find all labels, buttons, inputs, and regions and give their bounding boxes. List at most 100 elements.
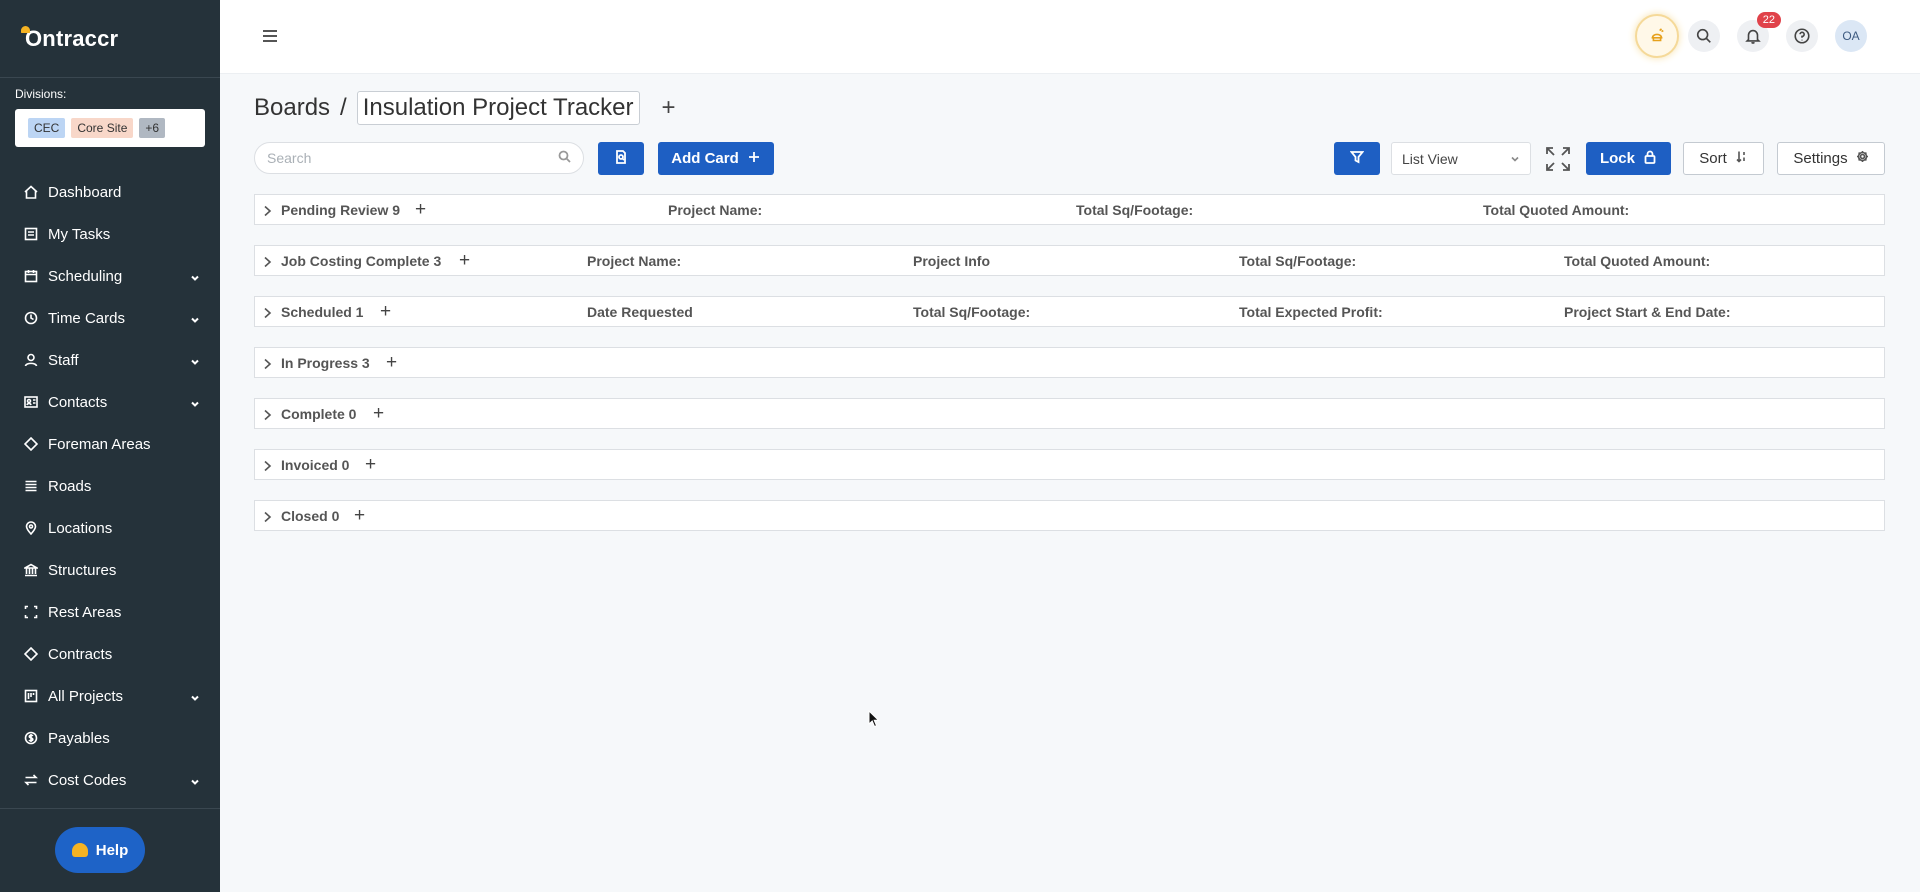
clock-icon bbox=[24, 311, 38, 325]
divisions-selector[interactable]: CEC Core Site +6 bbox=[15, 109, 205, 147]
sidebar-item-scheduling[interactable]: Scheduling bbox=[0, 255, 220, 297]
fullscreen-expand-icon[interactable] bbox=[1545, 146, 1571, 172]
status-row-label: Scheduled 1 bbox=[281, 304, 364, 320]
app-logo[interactable]: Ontraccr bbox=[0, 0, 220, 78]
sidebar-item-staff[interactable]: Staff bbox=[0, 339, 220, 381]
add-board-plus-icon[interactable]: + bbox=[662, 94, 676, 122]
sidebar-item-label: Roads bbox=[48, 477, 92, 495]
sidebar-item-label: Foreman Areas bbox=[48, 435, 151, 453]
settings-button[interactable]: Settings bbox=[1777, 142, 1885, 175]
chevron-right-icon[interactable] bbox=[263, 408, 272, 424]
status-row-label: Job Costing Complete 3 bbox=[281, 253, 442, 269]
column-header: Total Quoted Amount: bbox=[1564, 253, 1711, 269]
sidebar-item-label: Time Cards bbox=[48, 309, 125, 327]
sidebar-item-my-tasks[interactable]: My Tasks bbox=[0, 213, 220, 255]
chevron-right-icon[interactable] bbox=[263, 204, 272, 220]
location-pin-icon bbox=[24, 521, 38, 535]
search-icon bbox=[558, 150, 571, 166]
lock-icon bbox=[1643, 150, 1657, 168]
tasks-icon bbox=[24, 227, 38, 241]
add-card-plus-icon[interactable]: + bbox=[415, 199, 426, 221]
sidebar-item-foreman-areas[interactable]: Foreman Areas bbox=[0, 423, 220, 465]
chevron-down-icon bbox=[190, 774, 200, 791]
filter-button[interactable] bbox=[1334, 142, 1380, 175]
sidebar-item-structures[interactable]: Structures bbox=[0, 549, 220, 591]
chevron-down-icon bbox=[190, 396, 200, 413]
add-card-plus-icon[interactable]: + bbox=[354, 505, 365, 527]
road-icon bbox=[24, 479, 38, 493]
breadcrumb: Boards / Insulation Project Tracker + bbox=[254, 90, 676, 126]
division-chip-more[interactable]: +6 bbox=[139, 118, 166, 138]
sort-label: Sort bbox=[1699, 150, 1727, 167]
chevron-right-icon[interactable] bbox=[263, 510, 272, 526]
ai-assistant-icon[interactable] bbox=[1635, 14, 1679, 58]
chevron-down-icon bbox=[190, 354, 200, 371]
mouse-cursor-icon bbox=[868, 710, 880, 728]
user-icon bbox=[24, 353, 38, 367]
chevron-right-icon[interactable] bbox=[263, 306, 272, 322]
sidebar-item-label: Scheduling bbox=[48, 267, 123, 285]
add-card-label: Add Card bbox=[671, 150, 739, 167]
sidebar: Ontraccr Divisions: CEC Core Site +6 Das… bbox=[0, 0, 220, 892]
sidebar-item-label: Dashboard bbox=[48, 183, 122, 201]
sidebar-item-label: Contacts bbox=[48, 393, 108, 411]
sidebar-item-time-cards[interactable]: Time Cards bbox=[0, 297, 220, 339]
chevron-right-icon[interactable] bbox=[263, 357, 272, 373]
sidebar-item-locations[interactable]: Locations bbox=[0, 507, 220, 549]
add-card-plus-icon[interactable]: + bbox=[380, 301, 391, 323]
search-input[interactable]: Search bbox=[254, 142, 584, 174]
status-row-scheduled[interactable]: Scheduled 1 + Date Requested Total Sq/Fo… bbox=[254, 296, 1885, 327]
sidebar-item-contacts[interactable]: Contacts bbox=[0, 381, 220, 423]
status-row-job-costing-complete[interactable]: Job Costing Complete 3 + Project Name: P… bbox=[254, 245, 1885, 276]
sidebar-item-all-projects[interactable]: All Projects bbox=[0, 675, 220, 717]
add-card-button[interactable]: Add Card bbox=[658, 142, 774, 175]
divisions-label: Divisions: bbox=[15, 87, 67, 101]
dollar-circle-icon bbox=[24, 731, 38, 745]
sidebar-item-rest-areas[interactable]: Rest Areas bbox=[0, 591, 220, 633]
sidebar-item-cost-codes[interactable]: Cost Codes bbox=[0, 759, 220, 801]
column-header: Project Info bbox=[913, 253, 991, 269]
column-header: Project Name: bbox=[587, 253, 682, 269]
top-bar: 22 OA bbox=[220, 0, 1920, 74]
diamond-icon bbox=[24, 437, 38, 451]
status-row-pending-review[interactable]: Pending Review 9 + Project Name: Total S… bbox=[254, 194, 1885, 225]
sidebar-item-label: All Projects bbox=[48, 687, 124, 705]
add-card-plus-icon[interactable]: + bbox=[365, 454, 376, 476]
sidebar-item-payables[interactable]: Payables bbox=[0, 717, 220, 759]
lock-button[interactable]: Lock bbox=[1586, 142, 1671, 175]
add-card-plus-icon[interactable]: + bbox=[373, 403, 384, 425]
status-row-invoiced[interactable]: Invoiced 0 + bbox=[254, 449, 1885, 480]
help-circle-icon[interactable] bbox=[1786, 20, 1818, 52]
board-title-field[interactable]: Insulation Project Tracker bbox=[356, 91, 640, 125]
chevron-right-icon[interactable] bbox=[263, 255, 272, 271]
add-card-plus-icon[interactable]: + bbox=[459, 250, 470, 272]
user-avatar[interactable]: OA bbox=[1835, 20, 1867, 52]
board-status-list: Pending Review 9 + Project Name: Total S… bbox=[254, 194, 1885, 551]
sidebar-item-dashboard[interactable]: Dashboard bbox=[0, 171, 220, 213]
status-row-complete[interactable]: Complete 0 + bbox=[254, 398, 1885, 429]
column-header: Project Start & End Date: bbox=[1564, 304, 1731, 320]
sidebar-item-label: Staff bbox=[48, 351, 79, 369]
sort-button[interactable]: Sort bbox=[1683, 142, 1764, 175]
search-icon[interactable] bbox=[1688, 20, 1720, 52]
chevron-down-icon bbox=[190, 312, 200, 329]
menu-toggle-icon[interactable] bbox=[263, 30, 277, 45]
saved-search-button[interactable] bbox=[598, 142, 644, 175]
status-row-label: Complete 0 bbox=[281, 406, 357, 422]
sidebar-item-label: Payables bbox=[48, 729, 110, 747]
help-button[interactable]: Help bbox=[55, 827, 145, 873]
column-header: Project Name: bbox=[668, 202, 763, 218]
chevron-right-icon[interactable] bbox=[263, 459, 272, 475]
home-icon bbox=[24, 185, 38, 199]
view-select[interactable]: List View bbox=[1391, 142, 1531, 175]
sidebar-item-roads[interactable]: Roads bbox=[0, 465, 220, 507]
status-row-closed[interactable]: Closed 0 + bbox=[254, 500, 1885, 531]
column-header: Total Sq/Footage: bbox=[913, 304, 1031, 320]
sidebar-item-contracts[interactable]: Contracts bbox=[0, 633, 220, 675]
notification-count-badge: 22 bbox=[1756, 12, 1781, 28]
notifications-bell-icon[interactable]: 22 bbox=[1737, 12, 1781, 52]
breadcrumb-boards-link[interactable]: Boards bbox=[254, 94, 330, 122]
add-card-plus-icon[interactable]: + bbox=[386, 352, 397, 374]
status-row-in-progress[interactable]: In Progress 3 + bbox=[254, 347, 1885, 378]
logo-text: Ontraccr bbox=[25, 25, 119, 51]
